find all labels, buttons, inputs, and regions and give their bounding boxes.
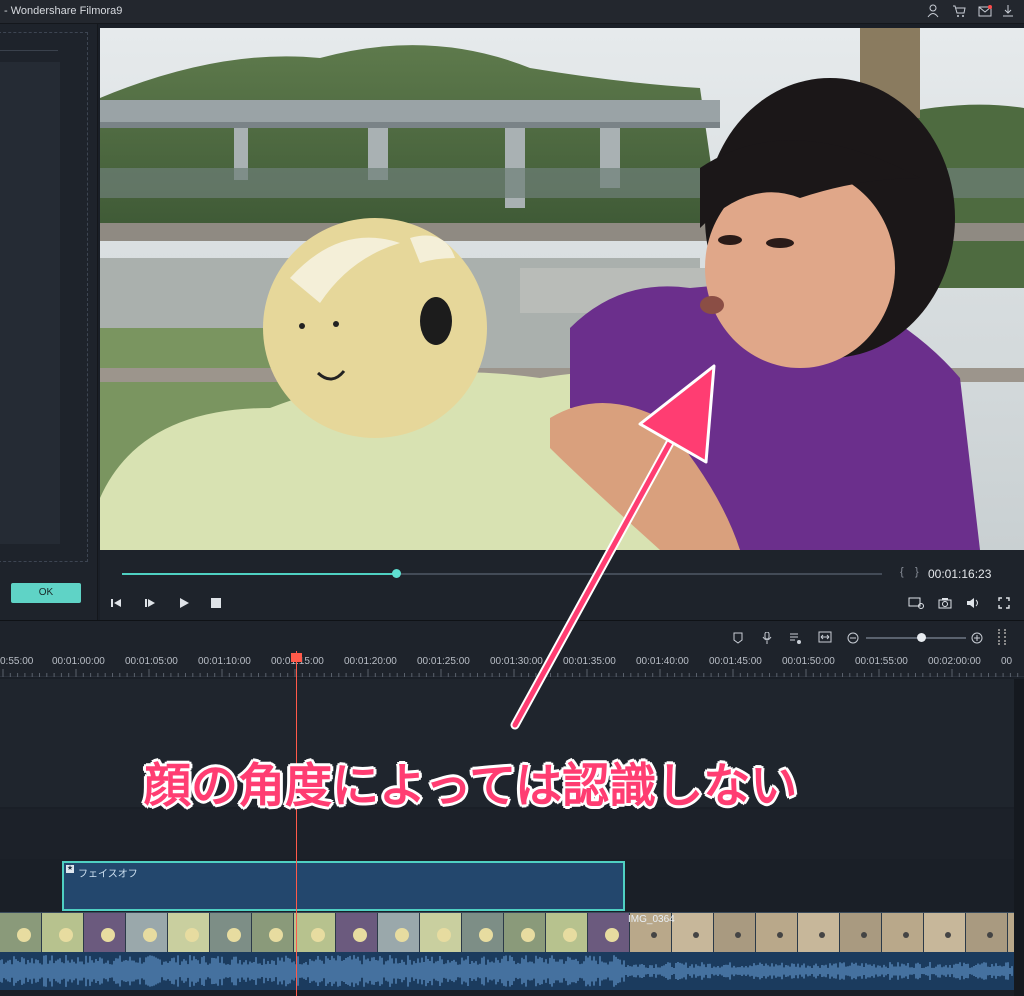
- settings-area: [0, 62, 60, 544]
- thumbnail-subject: [353, 928, 367, 942]
- ruler-tick: 0:55:00: [0, 656, 34, 667]
- annotation-caption: 顔の角度によっては認識しない: [144, 759, 798, 812]
- video-thumbnail: [672, 913, 713, 952]
- zoom-out-icon[interactable]: [847, 631, 859, 649]
- ruler-tick: 00:01:55:00: [855, 656, 908, 667]
- divider: [0, 50, 58, 51]
- thumbnail-subject: [693, 932, 699, 938]
- video-thumbnail: [966, 913, 1007, 952]
- thumbnail-subject: [735, 932, 741, 938]
- thumbnail-subject: [945, 932, 951, 938]
- display-settings-icon[interactable]: [908, 597, 924, 612]
- preview-frame-image: [100, 28, 1024, 550]
- thumbnail-subject: [17, 928, 31, 942]
- video-thumbnail: [798, 913, 839, 952]
- thumbnail-subject: [819, 932, 825, 938]
- thumbnail-subject: [777, 932, 783, 938]
- video-thumbnail: [840, 913, 881, 952]
- ruler-tick: 00: [1001, 656, 1013, 667]
- video-clip-track[interactable]: IMG_0364: [0, 912, 1014, 952]
- ruler-tick: 00:01:35:00: [563, 656, 616, 667]
- zoom-slider[interactable]: [866, 637, 966, 639]
- audio-waveform-track[interactable]: [0, 952, 1014, 990]
- empty-track[interactable]: [0, 809, 1014, 859]
- marker-icon[interactable]: [733, 631, 743, 649]
- stop-icon[interactable]: [210, 597, 222, 612]
- thumbnail-subject: [479, 928, 493, 942]
- thumbnail-subject: [437, 928, 451, 942]
- volume-icon[interactable]: [966, 597, 980, 612]
- thumbnail-subject: [861, 932, 867, 938]
- fit-icon[interactable]: [818, 630, 832, 648]
- video-preview: [100, 28, 1024, 550]
- mail-icon[interactable]: [977, 4, 993, 20]
- panel-grip[interactable]: [998, 629, 1006, 645]
- timeline-toolbar: [0, 621, 1024, 651]
- mark-in-icon[interactable]: {: [900, 566, 904, 578]
- fullscreen-icon[interactable]: [998, 597, 1010, 612]
- thumbnail-subject: [227, 928, 241, 942]
- player-controls: { } 00:01:16:23: [100, 550, 1024, 620]
- thumbnail-subject: [987, 932, 993, 938]
- zoom-slider-handle[interactable]: [917, 633, 926, 642]
- thumbnail-subject: [903, 932, 909, 938]
- prev-frame-icon[interactable]: [110, 597, 122, 612]
- seek-handle[interactable]: [391, 569, 401, 578]
- thumbnail-subject: [605, 928, 619, 942]
- audio-waveform: [0, 955, 1013, 987]
- thumbnail-subject: [651, 932, 657, 938]
- video-thumbnail: [756, 913, 797, 952]
- timecode-display: 00:01:16:23: [928, 567, 992, 581]
- ruler-tick: 00:01:25:00: [417, 656, 470, 667]
- mic-icon[interactable]: [762, 631, 772, 649]
- ruler-tick: 00:02:00:00: [928, 656, 981, 667]
- ruler-ticks: [2, 669, 1019, 677]
- video-thumbnail: [924, 913, 965, 952]
- zoom-in-icon[interactable]: [971, 631, 983, 649]
- effect-clip-icon: ★: [66, 865, 74, 873]
- time-ruler[interactable]: 0:55:00 00:01:00:00 00:01:05:00 00:01:10…: [0, 651, 1024, 677]
- thumbnail-subject: [269, 928, 283, 942]
- ruler-tick: 00:01:30:00: [490, 656, 543, 667]
- voiceover-icon[interactable]: [789, 631, 801, 649]
- thumbnail-subject: [59, 928, 73, 942]
- ruler-tick: 00:01:00:00: [52, 656, 105, 667]
- play-icon[interactable]: [178, 597, 190, 612]
- left-panel: OK: [0, 24, 98, 620]
- ruler-tick: 00:01:50:00: [782, 656, 835, 667]
- thumbnail-subject: [101, 928, 115, 942]
- ruler-tick: 00:01:40:00: [636, 656, 689, 667]
- playhead-line: [296, 651, 297, 996]
- ruler-tick: 00:01:20:00: [344, 656, 397, 667]
- effect-clip[interactable]: ★ フェイスオフ: [62, 861, 625, 911]
- cart-icon[interactable]: [951, 4, 967, 20]
- timeline-scrollbar[interactable]: [1014, 679, 1024, 996]
- thumbnail-subject: [395, 928, 409, 942]
- video-thumbnails: [0, 913, 1014, 952]
- window-title: - Wondershare Filmora9: [4, 5, 123, 17]
- title-bar: - Wondershare Filmora9: [0, 0, 1024, 24]
- account-icon[interactable]: [925, 4, 941, 20]
- ruler-tick: 00:01:45:00: [709, 656, 762, 667]
- download-icon[interactable]: [1000, 4, 1016, 20]
- mark-out-icon[interactable]: }: [915, 566, 919, 578]
- ruler-tick: 00:01:05:00: [125, 656, 178, 667]
- snapshot-icon[interactable]: [938, 597, 952, 612]
- thumbnail-subject: [143, 928, 157, 942]
- video-thumbnail: [714, 913, 755, 952]
- thumbnail-subject: [311, 928, 325, 942]
- video-thumbnail: [882, 913, 923, 952]
- ok-button[interactable]: OK: [11, 583, 81, 603]
- effect-clip-label: フェイスオフ: [78, 869, 138, 880]
- next-clip-label: IMG_0364: [628, 914, 675, 925]
- next-frame-icon[interactable]: [144, 597, 156, 612]
- playhead-handle[interactable]: [291, 653, 302, 662]
- thumbnail-subject: [563, 928, 577, 942]
- thumbnail-subject: [185, 928, 199, 942]
- thumbnail-subject: [521, 928, 535, 942]
- seek-progress: [122, 573, 396, 575]
- ruler-tick: 00:01:10:00: [198, 656, 251, 667]
